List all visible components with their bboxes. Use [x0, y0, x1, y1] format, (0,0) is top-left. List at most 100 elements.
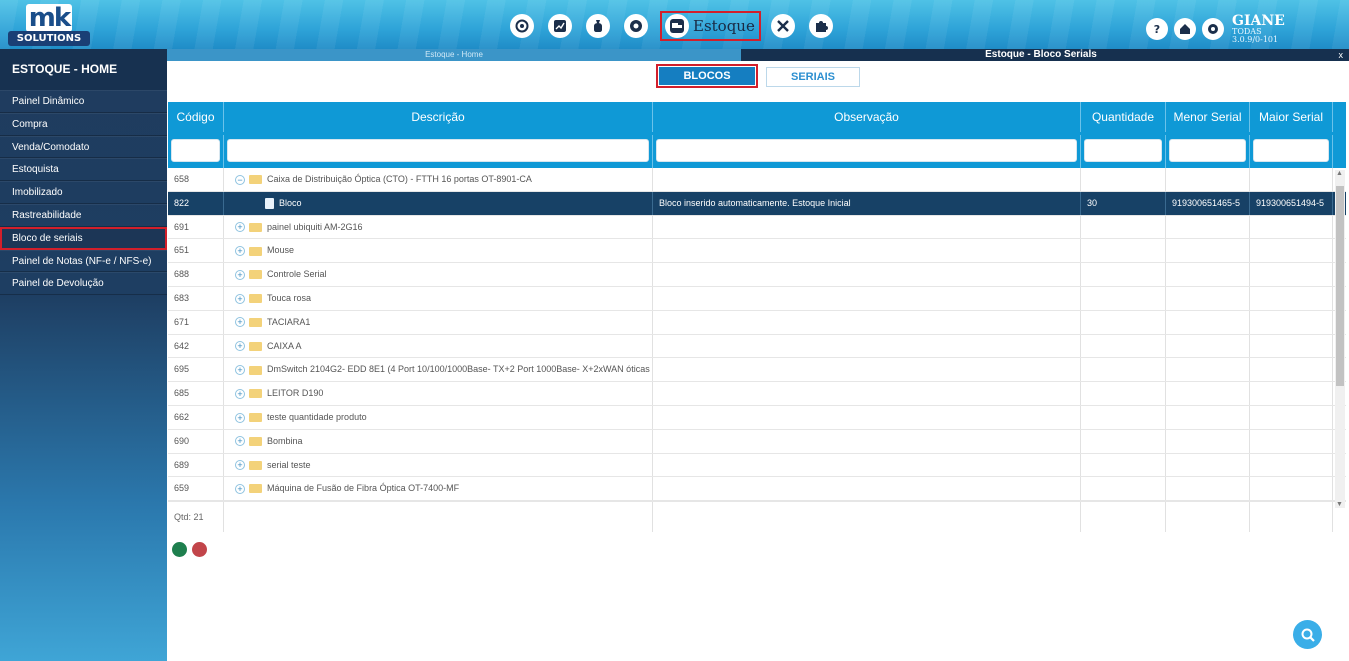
- blocos-button[interactable]: BLOCOS: [656, 64, 758, 88]
- sidebar: ESTOQUE - HOME Painel Dinâmico Compra Ve…: [0, 49, 167, 661]
- money-bag-icon[interactable]: [586, 14, 610, 38]
- col-quantidade[interactable]: Quantidade: [1081, 102, 1166, 132]
- sidebar-item-venda-comodato[interactable]: Venda/Comodato: [0, 135, 167, 159]
- filter-codigo-input[interactable]: [171, 139, 220, 162]
- mk-solutions-logo[interactable]: mk SOLUTIONS: [8, 4, 90, 46]
- table-row[interactable]: 685 + LEITOR D190: [168, 382, 1346, 406]
- home-icon[interactable]: [1174, 18, 1196, 40]
- filter-descricao-input[interactable]: [227, 139, 649, 162]
- cell-menor: [1166, 334, 1250, 358]
- scroll-up-icon[interactable]: ▲: [1336, 170, 1343, 177]
- tools-icon[interactable]: [770, 14, 795, 38]
- expand-icon[interactable]: +: [235, 293, 245, 304]
- expand-icon[interactable]: +: [235, 483, 245, 494]
- col-maior-serial[interactable]: Maior Serial: [1250, 102, 1333, 132]
- expand-icon[interactable]: +: [235, 436, 245, 447]
- table-row[interactable]: 689 + serial teste: [168, 453, 1346, 478]
- nav-estoque[interactable]: Estoque: [660, 11, 761, 41]
- expand-icon[interactable]: +: [235, 460, 245, 471]
- cell-maior: [1250, 453, 1333, 477]
- expand-icon[interactable]: +: [235, 365, 245, 375]
- cell-quantidade: [1081, 263, 1166, 286]
- expand-icon[interactable]: +: [235, 388, 245, 399]
- tab-estoque-home[interactable]: Estoque - Home: [167, 49, 741, 61]
- expand-icon[interactable]: +: [235, 222, 245, 233]
- excel-export-icon[interactable]: [172, 542, 187, 557]
- table-row[interactable]: 651 + Mouse: [168, 239, 1346, 264]
- user-info[interactable]: GIANE TODAS 3.0.9/0-101: [1232, 14, 1285, 44]
- grid-header: Código Descrição Observação Quantidade M…: [168, 102, 1346, 132]
- close-tab-button[interactable]: x: [1339, 49, 1344, 61]
- help-icon[interactable]: ?: [1146, 18, 1168, 40]
- cell-maior: [1250, 358, 1333, 382]
- blocos-label: BLOCOS: [659, 67, 755, 85]
- cell-maior: [1250, 477, 1333, 501]
- table-row[interactable]: 662 + teste quantidade produto: [168, 405, 1346, 430]
- target-icon[interactable]: [510, 14, 534, 38]
- table-row[interactable]: 822 Bloco Bloco inserido automaticamente. …: [168, 191, 1346, 216]
- filter-maior-serial-input[interactable]: [1253, 139, 1329, 162]
- seriais-button[interactable]: SERIAIS: [766, 67, 860, 87]
- col-observacao[interactable]: Observação: [653, 102, 1081, 132]
- col-descricao[interactable]: Descrição: [224, 102, 653, 132]
- expand-icon[interactable]: +: [235, 317, 245, 328]
- search-fab[interactable]: [1293, 620, 1322, 649]
- table-row[interactable]: 658− Caixa de Distribuição Óptica (CTO) -…: [168, 168, 1346, 192]
- expand-icon[interactable]: +: [235, 246, 245, 257]
- search-icon: [1301, 628, 1315, 642]
- sidebar-item-compra[interactable]: Compra: [0, 112, 167, 136]
- table-row[interactable]: 671 + TACIARA1: [168, 310, 1346, 335]
- folder-icon: [249, 436, 262, 446]
- gear-icon[interactable]: [1202, 18, 1224, 40]
- cell-codigo: 695: [168, 358, 224, 382]
- grid-scrollbar[interactable]: ▲ ▼: [1335, 170, 1345, 508]
- descricao-text: painel ubiquiti AM-2G16: [267, 221, 363, 232]
- eye-icon[interactable]: [624, 14, 648, 38]
- col-menor-serial[interactable]: Menor Serial: [1166, 102, 1250, 132]
- table-row[interactable]: 691 + painel ubiquiti AM-2G16: [168, 215, 1346, 240]
- cell-quantidade: [1081, 310, 1166, 334]
- expand-icon[interactable]: +: [235, 412, 245, 423]
- sidebar-item-bloco-de-seriais[interactable]: Bloco de seriais: [0, 226, 167, 250]
- expand-icon[interactable]: +: [235, 341, 245, 352]
- table-row[interactable]: 688 + Controle Serial: [168, 263, 1346, 287]
- table-row[interactable]: 690 + Bombina: [168, 429, 1346, 454]
- sidebar-item-painel-de-notas[interactable]: Painel de Notas (NF-e / NFS-e): [0, 249, 167, 273]
- table-row[interactable]: 642 + CAIXA A: [168, 334, 1346, 359]
- descricao-text: LEITOR D190: [267, 388, 324, 399]
- table-row[interactable]: 659 + Máquina de Fusão de Fibra Óptica OT-…: [168, 477, 1346, 502]
- sidebar-item-painel-dinamico[interactable]: Painel Dinâmico: [0, 90, 167, 113]
- sidebar-item-rastreabilidade[interactable]: Rastreabilidade: [0, 203, 167, 227]
- chart-icon[interactable]: [548, 14, 572, 38]
- filter-observacao-input[interactable]: [656, 139, 1077, 162]
- cell-observacao: [653, 286, 1081, 310]
- cell-quantidade: [1081, 215, 1166, 239]
- scroll-thumb[interactable]: [1336, 186, 1344, 386]
- cell-quantidade: [1081, 382, 1166, 405]
- filter-menor-serial-input[interactable]: [1169, 139, 1246, 162]
- filter-quantidade-input[interactable]: [1084, 139, 1162, 162]
- pdf-export-icon[interactable]: [192, 542, 207, 557]
- sidebar-item-painel-de-devolucao[interactable]: Painel de Devolução: [0, 272, 167, 296]
- tab-bloco-serials[interactable]: Estoque - Bloco Serials x: [741, 49, 1349, 61]
- cell-maior: [1250, 263, 1333, 286]
- descricao-text: TACIARA1: [267, 316, 311, 327]
- table-row[interactable]: 695 + DmSwitch 2104G2- EDD 8E1 (4 Port 10/…: [168, 358, 1346, 383]
- scroll-down-icon[interactable]: ▼: [1336, 501, 1343, 508]
- cell-codigo: 691: [168, 215, 224, 239]
- collapse-icon[interactable]: −: [235, 174, 245, 185]
- cell-menor: [1166, 382, 1250, 405]
- cell-quantidade: [1081, 286, 1166, 310]
- sidebar-item-imobilizado[interactable]: Imobilizado: [0, 181, 167, 204]
- folder-icon: [249, 413, 262, 423]
- app-version: 3.0.9/0-101: [1232, 35, 1279, 44]
- expand-icon[interactable]: +: [235, 269, 245, 280]
- col-codigo[interactable]: Código: [168, 102, 224, 132]
- folder-open-icon: [249, 175, 262, 185]
- truck-icon: [665, 14, 689, 38]
- cell-observacao: [653, 405, 1081, 429]
- puzzle-icon[interactable]: [808, 14, 833, 38]
- sidebar-item-estoquista[interactable]: Estoquista: [0, 158, 167, 182]
- logo-mark: mk: [26, 4, 72, 32]
- table-row[interactable]: 683 + Touca rosa: [168, 286, 1346, 311]
